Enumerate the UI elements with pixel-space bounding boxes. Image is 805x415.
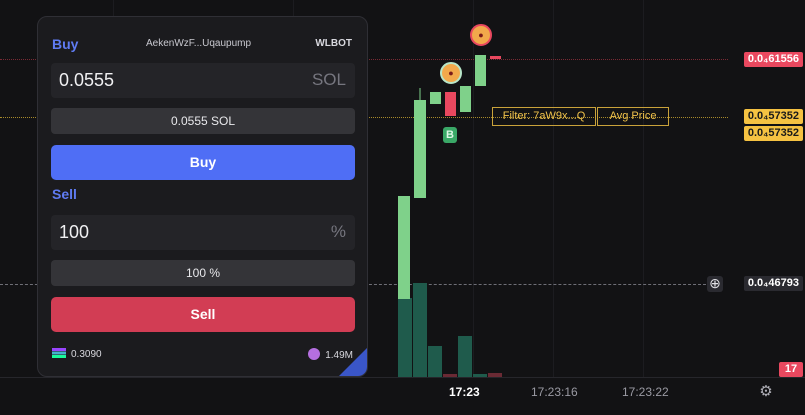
trade-marker-icon[interactable]: ● — [440, 62, 462, 84]
sol-balance-value: 0.3090 — [71, 349, 102, 360]
candle-up — [460, 86, 471, 112]
resize-handle[interactable] — [339, 348, 367, 376]
candle-up — [475, 55, 486, 86]
sell-section-title: Sell — [52, 186, 77, 202]
sell-amount-field[interactable]: 100 % — [51, 215, 355, 250]
time-label: 17:23 — [449, 385, 480, 399]
candle-down — [445, 92, 456, 116]
volume-bar — [458, 336, 472, 377]
trade-marker-icon[interactable]: ● — [470, 24, 492, 46]
filter-label[interactable]: Filter: 7aW9x...Q — [492, 107, 596, 126]
panel-header: Buy AekenWzF...Uqaupump WLBOT — [52, 36, 352, 52]
buy-section-title: Buy — [52, 36, 79, 52]
avg-price-label[interactable]: Avg Price — [597, 107, 669, 126]
avg-price-tag: 0.0₄57352 — [743, 109, 803, 124]
candle-up — [398, 196, 410, 299]
cursor-price-tag: 0.0₄46793 — [743, 276, 803, 291]
volume-tag: 17 — [779, 362, 803, 377]
sell-amount-value[interactable]: 100 — [59, 222, 89, 243]
bot-label: WLBOT — [315, 38, 352, 49]
buy-marker-badge[interactable]: B — [443, 127, 457, 143]
settings-icon[interactable]: ⚙ — [758, 384, 774, 400]
trade-panel: Buy AekenWzF...Uqaupump WLBOT 0.0555 SOL… — [37, 16, 368, 377]
time-label: 17:23:22 — [622, 385, 669, 399]
volume-bar — [428, 346, 442, 377]
add-alert-icon[interactable]: ⊕ — [707, 276, 723, 292]
sell-unit: % — [330, 222, 346, 241]
sell-button[interactable]: Sell — [51, 297, 355, 332]
candle-up — [430, 92, 441, 104]
coins-icon — [308, 348, 321, 360]
buy-summary[interactable]: 0.0555 SOL — [51, 108, 355, 134]
candle-up — [414, 100, 426, 198]
token-address[interactable]: AekenWzF...Uqaupump — [146, 38, 251, 49]
solana-icon — [52, 348, 66, 358]
volume-bar — [413, 283, 427, 377]
time-label: 17:23:16 — [531, 385, 578, 399]
sell-summary[interactable]: 100 % — [51, 260, 355, 286]
buy-amount-field[interactable]: 0.0555 SOL — [51, 63, 355, 98]
time-axis[interactable]: 17:23 17:23:16 17:23:22 ⚙ — [0, 377, 805, 415]
buy-amount-value[interactable]: 0.0555 — [59, 70, 114, 91]
sol-balance: 0.3090 — [52, 348, 102, 360]
candle-down — [490, 56, 501, 59]
buy-unit: SOL — [311, 70, 346, 89]
last-price-tag: 0.0₄61556 — [743, 52, 803, 67]
buy-button[interactable]: Buy — [51, 145, 355, 180]
volume-bar — [398, 298, 412, 377]
avg-price-tag: 0.0₄57352 — [743, 126, 803, 141]
